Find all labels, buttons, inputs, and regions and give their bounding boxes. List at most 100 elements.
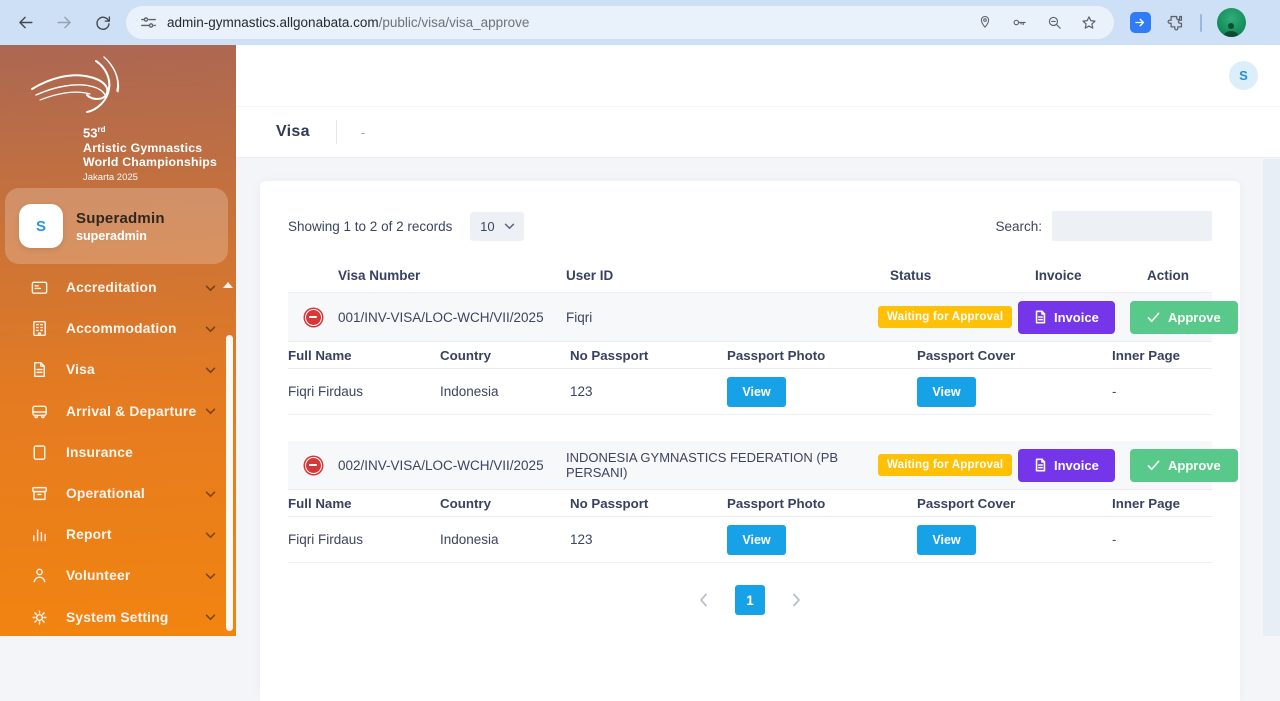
chevron-down-icon [205, 485, 216, 503]
url-path: /public/visa/visa_approve [379, 15, 530, 30]
browser-extensions-area [1114, 8, 1254, 37]
password-key-icon[interactable] [1010, 14, 1029, 31]
chevron-down-icon [205, 279, 216, 297]
logo-edition: 53rd [83, 125, 217, 141]
extensions-puzzle-icon[interactable] [1166, 13, 1185, 32]
user-id-cell: INDONESIA GYMNASTICS FEDERATION (PB PERS… [566, 450, 878, 480]
visa-number-cell: 002/INV-VISA/LOC-WCH/VII/2025 [338, 458, 566, 473]
table-row: 002/INV-VISA/LOC-WCH/VII/2025 INDONESIA … [288, 441, 1212, 489]
collapse-row-icon[interactable] [305, 457, 322, 474]
document-icon [30, 360, 50, 379]
location-pin-icon[interactable] [977, 14, 993, 31]
approve-button[interactable]: Approve [1130, 301, 1238, 334]
content-scrollbar-track[interactable] [1263, 159, 1280, 636]
sidebar-item-system-setting[interactable]: System Setting [0, 597, 236, 637]
sidebar-scrollbar-thumb[interactable] [226, 335, 233, 631]
zoom-icon[interactable] [1046, 14, 1063, 31]
browser-nav-buttons [16, 13, 112, 32]
view-passport-cover-button[interactable]: View [917, 377, 976, 407]
url-host: admin-gymnastics.allgonabata.com [167, 15, 379, 30]
browser-profile-avatar[interactable] [1217, 8, 1246, 37]
page-title: Visa [276, 123, 310, 141]
sidebar-item-operational[interactable]: Operational [0, 473, 236, 514]
back-icon[interactable] [16, 13, 35, 32]
breadcrumb: - [361, 125, 365, 140]
bookmark-star-icon[interactable] [1080, 14, 1098, 32]
forward-icon[interactable] [55, 13, 74, 32]
visa-number-cell: 001/INV-VISA/LOC-WCH/VII/2025 [338, 310, 566, 325]
profile-avatar[interactable]: S [1229, 61, 1258, 90]
user-avatar: S [19, 204, 63, 248]
col-header-status: Status [878, 268, 1018, 283]
search-input[interactable] [1052, 211, 1212, 241]
col-header-invoice: Invoice [1018, 268, 1130, 283]
url-text: admin-gymnastics.allgonabata.com/public/… [167, 15, 977, 30]
chevron-down-icon [205, 608, 216, 626]
visa-approve-card: Showing 1 to 2 of 2 records 10 Search: V… [260, 181, 1240, 701]
invoice-button[interactable]: Invoice [1018, 449, 1115, 482]
subcol-passport-photo: Passport Photo [727, 496, 917, 511]
sidebar-item-report[interactable]: Report [0, 514, 236, 555]
sidebar-item-label: Report [66, 527, 205, 542]
sidebar-item-volunteer[interactable]: Volunteer [0, 555, 236, 596]
reload-icon[interactable] [94, 14, 112, 32]
browser-toolbar: admin-gymnastics.allgonabata.com/public/… [0, 0, 1280, 45]
country-cell: Indonesia [440, 384, 570, 399]
status-badge: Waiting for Approval [878, 306, 1012, 328]
bar-chart-icon [30, 525, 50, 544]
search-label: Search: [995, 219, 1042, 234]
page-title-bar: Visa - [236, 107, 1280, 158]
pagination-next-icon[interactable] [792, 593, 801, 607]
country-cell: Indonesia [440, 532, 570, 547]
user-id-cell: Fiqri [566, 310, 878, 325]
sidebar-item-insurance[interactable]: Insurance [0, 432, 236, 473]
invoice-button[interactable]: Invoice [1018, 301, 1115, 334]
sidebar-item-label: Insurance [66, 445, 216, 460]
subcol-no-passport: No Passport [570, 496, 727, 511]
event-logo-text: 53rd Artistic Gymnastics World Champions… [83, 125, 217, 183]
sidebar-item-arrival-departure[interactable]: Arrival & Departure [0, 391, 236, 432]
pagination-prev-icon[interactable] [699, 593, 708, 607]
col-header-user-id: User ID [566, 268, 878, 283]
sidebar-item-visa[interactable]: Visa [0, 349, 236, 390]
view-passport-photo-button[interactable]: View [727, 377, 786, 407]
collapse-row-icon[interactable] [305, 309, 322, 326]
sidebar-item-label: Accreditation [66, 280, 205, 295]
toolbar-divider [1200, 14, 1202, 32]
logo-line2: Artistic Gymnastics [83, 141, 217, 156]
approve-button[interactable]: Approve [1130, 449, 1238, 482]
chevron-down-icon [504, 223, 515, 230]
subcol-passport-photo: Passport Photo [727, 348, 917, 363]
table-row: 001/INV-VISA/LOC-WCH/VII/2025 Fiqri Wait… [288, 293, 1212, 341]
extension-arrow-icon[interactable] [1130, 12, 1151, 33]
inner-page-cell: - [1112, 532, 1212, 547]
chevron-down-icon [205, 567, 216, 585]
site-settings-icon[interactable] [140, 14, 157, 31]
person-icon [30, 566, 50, 585]
detail-row: Fiqri Firdaus Indonesia 123 View View - [288, 517, 1212, 563]
user-card[interactable]: S Superadmin superadmin [5, 188, 228, 264]
logo-line4: Jakarta 2025 [83, 172, 217, 183]
url-bar-actions [977, 14, 1100, 32]
view-passport-photo-button[interactable]: View [727, 525, 786, 555]
sidebar-item-label: Arrival & Departure [66, 404, 205, 419]
sidebar-item-accommodation[interactable]: Accommodation [0, 308, 236, 349]
sidebar-item-label: System Setting [66, 610, 205, 625]
pagination-page-1[interactable]: 1 [735, 585, 765, 615]
user-role: superadmin [76, 229, 165, 243]
invoice-file-icon [1034, 310, 1047, 324]
detail-row: Fiqri Firdaus Indonesia 123 View View - [288, 369, 1212, 415]
url-bar[interactable]: admin-gymnastics.allgonabata.com/public/… [126, 6, 1114, 39]
pagination: 1 [288, 585, 1212, 615]
app-header: S [236, 45, 1280, 107]
col-header-action: Action [1130, 268, 1212, 283]
sidebar-item-label: Visa [66, 362, 205, 377]
table-header-row: Visa Number User ID Status Invoice Actio… [288, 259, 1212, 293]
per-page-select[interactable]: 10 [470, 212, 524, 241]
sidebar-scroll-up-arrow[interactable] [223, 282, 233, 288]
full-name-cell: Fiqri Firdaus [288, 384, 440, 399]
sidebar-item-accreditation[interactable]: Accreditation [0, 267, 236, 308]
gear-icon [30, 608, 50, 627]
clipboard-icon [30, 443, 50, 462]
view-passport-cover-button[interactable]: View [917, 525, 976, 555]
